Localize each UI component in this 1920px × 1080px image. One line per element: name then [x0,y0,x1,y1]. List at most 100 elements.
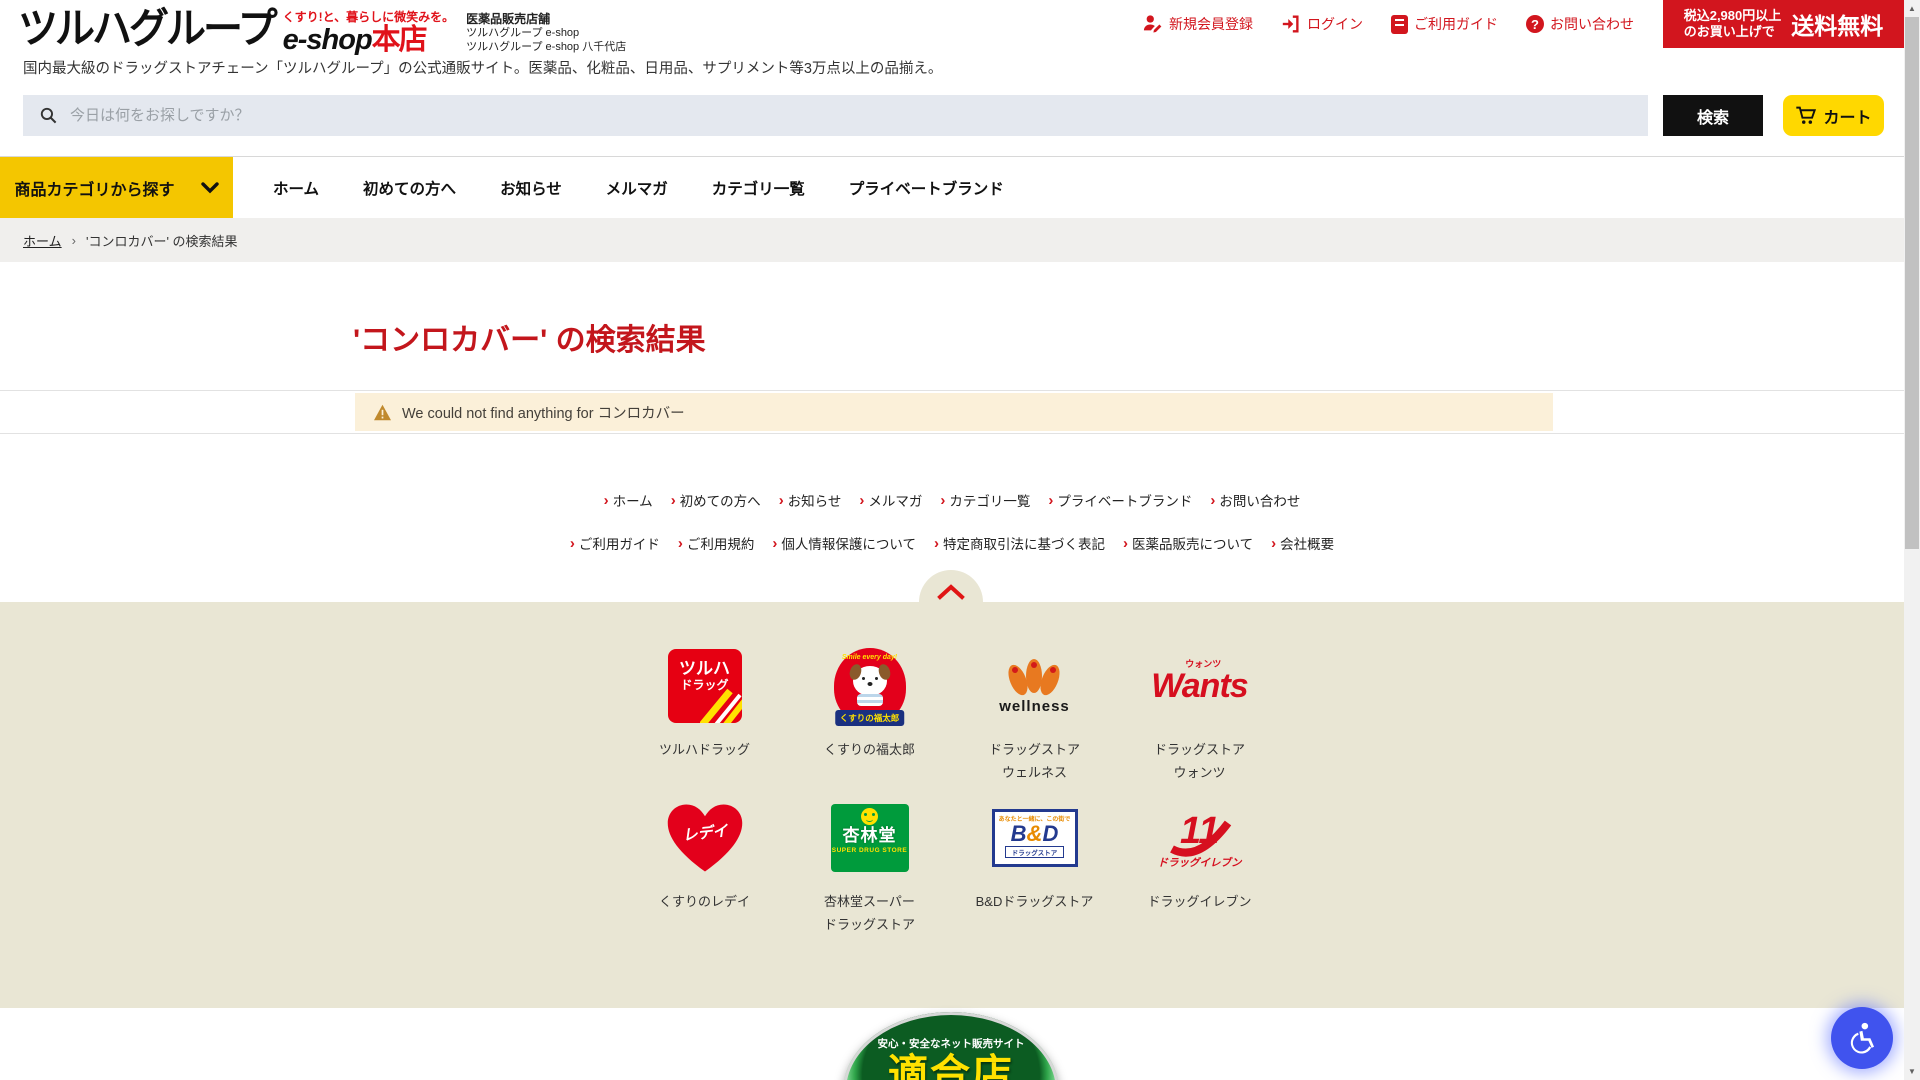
contact-link[interactable]: ? お問い合わせ [1526,14,1634,34]
kyorindo-sub: SUPER DRUG STORE [832,847,907,854]
bd-logo: あなたと一緒に、この街で B&D ドラッグストア [992,792,1078,884]
footer-link-label: 特定商取引法に基づく表記 [943,533,1105,553]
tsuruha-logo-text: ツルハ [679,659,730,678]
store-label-line: ドラッグストア [989,738,1080,761]
footer-links-row2: › ご利用ガイド ›ご利用規約 ›個人情報保護について › 特定商取引法に基づく表記… [0,533,1904,553]
eleven-wordmark: ドラッグイレブン [1158,855,1242,870]
store-line: 医薬品販売店舗 [466,12,626,26]
question-icon: ? [1526,15,1544,33]
footer-link-news[interactable]: ›お知らせ [779,490,842,510]
member-icon [1143,14,1163,34]
footer-link-commerce-law[interactable]: › 特定商取引法に基づく表記 [934,533,1105,553]
store-kyorindo[interactable]: 杏林堂 SUPER DRUG STORE 杏林堂スーパー ドラッグストア [787,792,952,936]
chevron-right-icon: › [1123,537,1128,550]
nav-item-news[interactable]: お知らせ [500,177,562,199]
logo-eshop-word: e-shop [283,24,372,56]
chevron-right-icon: › [671,494,676,507]
chevron-right-icon: › [940,494,945,507]
store-logo-row1: ツルハ ドラッグ ツルハドラッグ Smile every day! [622,640,1282,784]
tsuruha-drug-logo: ツルハ ドラッグ [668,640,742,732]
nav-item-category-list[interactable]: カテゴリ一覧 [712,177,805,199]
footer-link-privacy[interactable]: ›個人情報保護について [772,533,916,553]
scrollbar-thumb[interactable] [1905,17,1919,549]
lady-logo: レデイ [665,792,745,884]
chevron-right-icon: › [934,537,939,550]
certified-shop-badge[interactable]: 安心・安全なネット販売サイト 適合店 [843,1012,1059,1080]
footer-link-home[interactable]: ›ホーム [604,490,653,510]
footer-link-mailmag[interactable]: ›メルマガ [859,490,922,510]
divider [0,433,1904,434]
kyorindo-wordmark: 杏林堂 [843,825,897,847]
chevron-right-icon: › [604,494,609,507]
search-icon [39,106,58,125]
nav-items: ホーム 初めての方へ お知らせ メルマガ カテゴリ一覧 プライベートブランド [273,157,1004,218]
guide-icon [1391,15,1408,34]
footer-link-company[interactable]: ›会社概要 [1271,533,1334,553]
nav-item-mailmag[interactable]: メルマガ [606,177,668,199]
logo-store-lines: 医薬品販売店舗 ツルハグループ e-shop ツルハグループ e-shop 八千… [466,12,626,54]
cart-button[interactable]: カート [1783,95,1884,136]
login-link[interactable]: ログイン [1281,14,1363,34]
chevron-right-icon: › [859,494,864,507]
search-button[interactable]: 検索 [1663,95,1763,136]
wellness-petals-icon [1002,658,1066,700]
footer-link-contact[interactable]: ›お問い合わせ [1210,490,1300,510]
store-label: B&Dドラッグストア [976,890,1094,913]
search-input[interactable] [70,107,1648,124]
footer-link-first-time[interactable]: ›初めての方へ [671,490,761,510]
cart-label: カート [1823,104,1871,128]
kyorindo-logo: 杏林堂 SUPER DRUG STORE [831,792,909,884]
fukutaro-banner: くすりの福太郎 [835,710,905,726]
footer-link-private-brand[interactable]: ›プライベートブランド [1048,490,1192,510]
guide-label: ご利用ガイド [1414,14,1498,34]
nav-item-home[interactable]: ホーム [273,177,319,199]
shipping-line1: 税込2,980円以上 [1684,8,1782,24]
guide-link[interactable]: ご利用ガイド [1391,14,1498,34]
store-wellness[interactable]: wellness ドラッグストア ウェルネス [952,640,1117,784]
dog-mascot-icon [853,666,887,696]
wellness-wordmark: wellness [999,698,1070,715]
fukutaro-slogan: Smile every day! [834,654,906,661]
store-lady[interactable]: レデイ くすりのレデイ [622,792,787,936]
store-label-line: 杏林堂スーパー [824,890,915,913]
login-label: ログイン [1307,14,1363,34]
chevron-up-icon [937,584,965,600]
fukutaro-logo: Smile every day! くすりの福太郎 [834,640,906,732]
chevron-right-icon: › [570,537,575,550]
breadcrumb-home-link[interactable]: ホーム [23,231,62,250]
scrollbar[interactable]: ▲ ▼ [1904,0,1920,1080]
store-label: 杏林堂スーパー ドラッグストア [824,890,915,936]
store-drug-eleven[interactable]: 11 ドラッグイレブン ドラッグイレブン [1117,792,1282,936]
footer-link-terms[interactable]: ›ご利用規約 [678,533,755,553]
store-tsuruha-drug[interactable]: ツルハ ドラッグ ツルハドラッグ [622,640,787,784]
page: ツルハグループ くすり!と、暮らしに微笑みを。 e-shop本店 医薬品販売店舗… [0,0,1920,1080]
store-logo-row2: レデイ くすりのレデイ 杏林堂 SUPER DRUG STORE 杏林堂スーパー [622,792,1282,936]
alert-message: We could not find anything for コンロカバー [402,402,685,423]
footer-link-pharma-sales[interactable]: › 医薬品販売について [1123,533,1253,553]
nav-item-first-time[interactable]: 初めての方へ [363,177,456,199]
divider [0,390,1904,391]
breadcrumb: ホーム › 'コンロカバー' の検索結果 [0,218,1904,262]
site-logo[interactable]: ツルハグループ くすり!と、暮らしに微笑みを。 e-shop本店 医薬品販売店舗… [18,6,626,55]
accessibility-button[interactable] [1831,1007,1893,1069]
category-menu-button[interactable]: 商品カテゴリから探す [0,157,233,218]
search-bar [23,95,1648,136]
accessibility-icon [1845,1021,1879,1055]
store-wants[interactable]: ウォンツ Wants ドラッグストア ウォンツ [1117,640,1282,784]
register-link[interactable]: 新規会員登録 [1143,14,1253,34]
store-bd[interactable]: あなたと一緒に、この街で B&D ドラッグストア B&Dドラッグストア [952,792,1117,936]
brand-name: ツルハグループ [18,5,275,53]
footer-link-label: 医薬品販売について [1132,533,1253,553]
footer-link-guide[interactable]: › ご利用ガイド [570,533,660,553]
scroll-down-arrow[interactable]: ▼ [1904,1063,1920,1080]
logo-eshop: e-shop本店 [283,25,455,55]
footer-link-label: ご利用ガイド [579,533,660,553]
footer-link-category-list[interactable]: ›カテゴリ一覧 [940,490,1030,510]
nav-item-private-brand[interactable]: プライベートブランド [849,177,1004,199]
scroll-up-arrow[interactable]: ▲ [1904,0,1920,17]
free-shipping-banner: 税込2,980円以上 のお買い上げで 送料無料 [1663,0,1904,48]
store-fukutaro[interactable]: Smile every day! くすりの福太郎 くすりの福太郎 [787,640,952,784]
bd-wordmark: B&D [1011,823,1059,845]
store-label-line: ドラッグイレブン [1147,890,1251,913]
chevron-right-icon: › [1271,537,1276,550]
